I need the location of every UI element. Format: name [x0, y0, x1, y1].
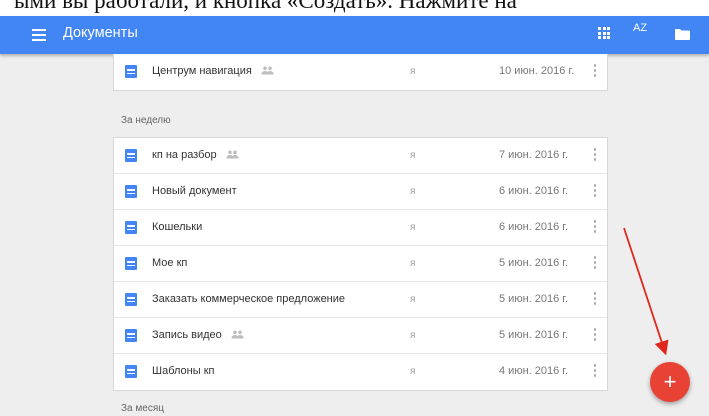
folder-icon[interactable] [675, 29, 690, 40]
document-title: Мое кп [152, 257, 188, 269]
document-row[interactable]: Шаблоны кп я 4 июн. 2016 г. [114, 354, 607, 390]
more-options-icon[interactable] [592, 184, 598, 200]
document-name: Запись видео [152, 329, 244, 341]
week-documents-list: кп на разбор я 7 июн. 2016 г. Новый докумен… [113, 137, 608, 391]
sort-az-icon[interactable]: AZ [633, 22, 648, 34]
app-title: Документы [63, 25, 138, 41]
google-doc-icon [125, 257, 137, 270]
google-doc-icon [125, 221, 137, 234]
document-name: Шаблоны кп [152, 365, 214, 377]
document-name: кп на разбор [152, 149, 239, 161]
google-doc-icon [125, 149, 137, 162]
document-name: Новый документ [152, 185, 237, 197]
document-title: Центрум навигация [152, 65, 252, 77]
shared-people-icon [226, 150, 239, 161]
document-title: Кошельки [152, 221, 203, 233]
document-title: Запись видео [152, 329, 222, 341]
document-date: 5 июн. 2016 г. [499, 257, 569, 269]
more-options-icon[interactable] [592, 256, 598, 272]
shared-people-icon [231, 330, 244, 341]
document-owner: я [410, 222, 416, 233]
document-date: 5 июн. 2016 г. [499, 329, 569, 341]
document-row[interactable]: Заказать коммерческое предложение я 5 июн.… [114, 282, 607, 318]
google-doc-icon [125, 329, 137, 342]
document-owner: я [410, 150, 416, 161]
google-doc-icon [125, 65, 137, 78]
caption-text: ыми вы работали, и кнопка «Создать». Наж… [14, 0, 517, 13]
document-row[interactable]: Центрум навигация я 10 июн. 2016 г. [114, 54, 607, 90]
more-options-icon[interactable] [592, 292, 598, 308]
app-toolbar: Документы AZ [0, 16, 709, 54]
document-date: 5 июн. 2016 г. [499, 293, 569, 305]
document-name: Мое кп [152, 257, 187, 269]
document-row[interactable]: кп на разбор я 7 июн. 2016 г. [114, 138, 607, 174]
section-label-month: За месяц [121, 403, 164, 414]
google-doc-icon [125, 365, 137, 378]
document-row[interactable]: Запись видео я 5 июн. 2016 г. [114, 318, 607, 354]
sort-az-label: AZ [633, 22, 648, 34]
document-name: Центрум навигация [152, 65, 274, 77]
document-owner: я [410, 330, 416, 341]
document-name: Кошельки [152, 221, 202, 233]
create-fab-button[interactable]: + [650, 362, 690, 402]
document-date: 6 июн. 2016 г. [499, 185, 569, 197]
document-title: Заказать коммерческое предложение [152, 293, 346, 305]
document-date: 6 июн. 2016 г. [499, 221, 569, 233]
more-options-icon[interactable] [592, 364, 598, 380]
document-title: кп на разбор [152, 149, 217, 161]
shared-people-icon [261, 66, 274, 77]
google-doc-icon [125, 293, 137, 306]
document-row[interactable]: Мое кп я 5 июн. 2016 г. [114, 246, 607, 282]
more-options-icon[interactable] [592, 328, 598, 344]
menu-icon[interactable] [32, 26, 46, 44]
more-options-icon[interactable] [592, 148, 598, 164]
document-title: Шаблоны кп [152, 365, 215, 377]
document-owner: я [410, 294, 416, 305]
document-date: 4 июн. 2016 г. [499, 365, 569, 377]
document-owner: я [410, 186, 416, 197]
document-name: Заказать коммерческое предложение [152, 293, 345, 305]
document-owner: я [410, 258, 416, 269]
more-options-icon[interactable] [592, 64, 598, 80]
document-title: Новый документ [152, 185, 237, 197]
document-owner: я [410, 66, 416, 77]
recent-documents-list: Центрум навигация я 10 июн. 2016 г. [113, 54, 608, 91]
more-options-icon[interactable] [592, 220, 598, 236]
document-row[interactable]: Новый документ я 6 июн. 2016 г. [114, 174, 607, 210]
plus-icon: + [663, 369, 677, 394]
google-doc-icon [125, 185, 137, 198]
document-owner: я [410, 366, 416, 377]
section-label-week: За неделю [121, 115, 171, 126]
document-date: 7 июн. 2016 г. [499, 149, 569, 161]
grid-view-icon[interactable] [598, 27, 610, 39]
document-date: 10 июн. 2016 г. [499, 65, 575, 77]
document-row[interactable]: Кошельки я 6 июн. 2016 г. [114, 210, 607, 246]
